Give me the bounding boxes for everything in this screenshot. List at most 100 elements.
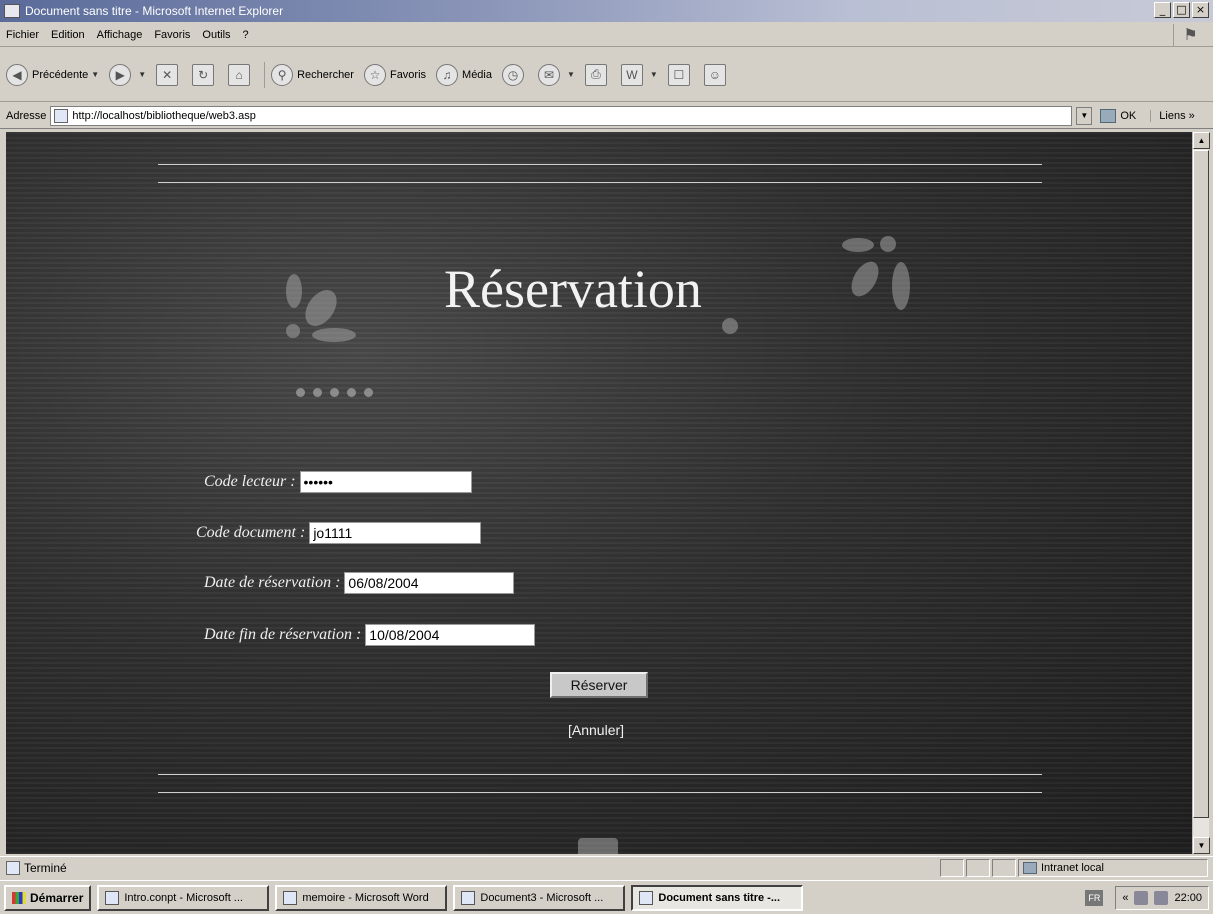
taskbar-item[interactable]: Intro.conpt - Microsoft ... [97, 884, 270, 911]
reader-code-input[interactable]: •••••• [299, 471, 472, 493]
menu-help[interactable]: ? [243, 29, 249, 41]
search-button[interactable]: ⚲ Rechercher [271, 63, 354, 86]
page-done-icon [6, 860, 20, 875]
notification-area: « 22:00 [1115, 886, 1209, 910]
back-button[interactable]: ◀ Précédente ▼ [6, 63, 100, 86]
home-icon: ⌂ [228, 63, 251, 86]
minimize-button[interactable]: _ [1154, 2, 1171, 18]
document-code-label: Code document : [196, 524, 306, 541]
discuss-icon: ☐ [667, 63, 690, 86]
home-button[interactable]: ⌂ [228, 63, 254, 86]
go-button[interactable]: OK [1100, 108, 1137, 123]
system-tray: FR « 22:00 [1085, 885, 1209, 911]
toolbar-separator [264, 61, 266, 88]
dot [330, 388, 339, 397]
stop-icon: ✕ [156, 63, 179, 86]
maximize-button[interactable]: □ [1173, 2, 1190, 18]
taskbar-item[interactable]: Document3 - Microsoft ... [453, 884, 626, 911]
stop-button[interactable]: ✕ [156, 63, 182, 86]
print-button[interactable]: ⎙ [584, 63, 611, 86]
page-title: Réservation [444, 259, 702, 319]
reader-code-label: Code lecteur : [204, 473, 296, 490]
zone-label: Intranet local [1041, 862, 1104, 874]
discuss-button[interactable]: ☐ [667, 63, 694, 86]
scroll-down-button[interactable]: ▼ [1193, 837, 1210, 854]
scroll-thumb[interactable] [1193, 150, 1209, 818]
address-url: http://localhost/bibliotheque/web3.asp [72, 109, 256, 122]
menu-edition[interactable]: Edition [51, 29, 85, 41]
windows-taskbar: Démarrer Intro.conpt - Microsoft ... mem… [0, 880, 1213, 914]
cancel-link[interactable]: [Annuler] [568, 722, 624, 738]
leaf-decoration [298, 284, 344, 332]
ie-app-icon [4, 4, 20, 18]
scroll-up-button[interactable]: ▲ [1193, 132, 1210, 149]
bottom-divider [158, 792, 1042, 793]
volume-icon[interactable] [1154, 891, 1169, 905]
dots-decoration [296, 388, 373, 397]
media-button[interactable]: ♫ Média [436, 63, 492, 86]
start-label: Démarrer [30, 890, 84, 905]
address-input[interactable]: http://localhost/bibliotheque/web3.asp [50, 105, 1073, 126]
print-icon: ⎙ [584, 63, 607, 86]
word-icon: W [620, 63, 643, 86]
status-pane [992, 859, 1016, 877]
taskbar-item[interactable]: memoire - Microsoft Word [275, 884, 448, 911]
bottom-decoration [578, 838, 618, 854]
standard-toolbar: ◀ Précédente ▼ ▶ ▼ ✕ ↻ ⌂ ⚲ Rechercher ☆ … [0, 48, 1213, 102]
dot [296, 388, 305, 397]
taskbar-item-label: Document3 - Microsoft ... [480, 891, 604, 904]
language-indicator[interactable]: FR [1085, 890, 1104, 906]
favorites-button[interactable]: ☆ Favoris [363, 63, 426, 86]
leaf-decoration [880, 236, 896, 252]
menu-outils[interactable]: Outils [202, 29, 230, 41]
address-dropdown-button[interactable]: ▼ [1076, 106, 1093, 125]
reservation-date-label: Date de réservation : [204, 574, 341, 591]
word-doc-icon [105, 890, 120, 905]
media-label: Média [462, 68, 492, 81]
address-label: Adresse [6, 109, 47, 122]
security-zone[interactable]: Intranet local [1018, 859, 1208, 877]
chevron-down-icon: ▼ [567, 70, 575, 79]
edit-button[interactable]: W ▼ [620, 63, 658, 86]
messenger-icon: ☺ [703, 63, 726, 86]
top-divider [158, 182, 1042, 183]
mail-button[interactable]: ✉ ▼ [538, 63, 575, 86]
back-arrow-icon: ◀ [6, 63, 28, 86]
refresh-button[interactable]: ↻ [192, 63, 218, 86]
dot [313, 388, 322, 397]
links-toolbar[interactable]: Liens » [1150, 109, 1195, 122]
ie-page-icon [639, 890, 654, 905]
start-button[interactable]: Démarrer [4, 884, 92, 911]
status-panes [940, 859, 1016, 877]
search-label: Rechercher [297, 68, 354, 81]
forward-button[interactable]: ▶ ▼ [109, 63, 146, 86]
menu-favoris[interactable]: Favoris [154, 29, 190, 41]
end-date-input[interactable]: 10/08/2004 [365, 624, 536, 646]
end-date-label: Date fin de réservation : [204, 626, 362, 643]
forward-arrow-icon: ▶ [109, 63, 132, 86]
taskbar-item-active[interactable]: Document sans titre -... [631, 884, 804, 911]
messenger-button[interactable]: ☺ [703, 63, 730, 86]
leaf-decoration [892, 262, 910, 310]
word-doc-icon [283, 890, 298, 905]
menu-affichage[interactable]: Affichage [97, 29, 143, 41]
window-title-bar[interactable]: Document sans titre - Microsoft Internet… [0, 0, 1213, 22]
reservation-date-input[interactable]: 06/08/2004 [344, 572, 515, 594]
clock[interactable]: 22:00 [1174, 892, 1202, 904]
go-label: OK [1120, 109, 1137, 122]
status-text: Terminé [24, 860, 67, 875]
menu-fichier[interactable]: Fichier [6, 29, 39, 41]
document-code-input[interactable]: jo1111 [309, 522, 482, 544]
bottom-divider [158, 774, 1042, 775]
menu-bar: Fichier Edition Affichage Favoris Outils… [0, 23, 1213, 47]
reserve-button[interactable]: Réserver [550, 672, 648, 698]
leaf-decoration [286, 274, 302, 308]
status-pane [966, 859, 990, 877]
tray-app-icon[interactable] [1134, 891, 1149, 905]
show-hidden-icons-button[interactable]: « [1122, 892, 1128, 904]
history-button[interactable]: ◷ [502, 63, 528, 86]
close-button[interactable]: × [1192, 2, 1209, 18]
chevron-down-icon: ▼ [91, 70, 100, 79]
vertical-scrollbar[interactable]: ▲ ▼ [1192, 132, 1210, 854]
document-code-row: Code document : jo1111 [196, 522, 482, 544]
